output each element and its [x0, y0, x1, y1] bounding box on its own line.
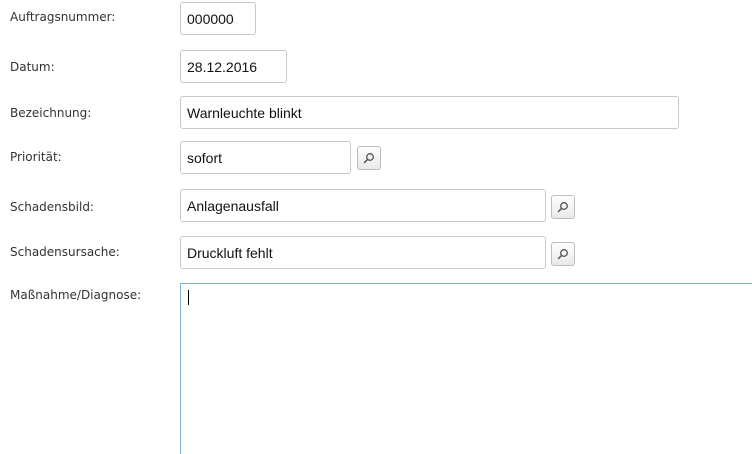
schadensursache-field[interactable]: [180, 236, 546, 269]
label-auftragsnummer: Auftragsnummer:: [10, 10, 116, 24]
massnahme-diagnose-textarea[interactable]: [180, 283, 752, 454]
label-massnahme-diagnose: Maßnahme/Diagnose:: [10, 288, 142, 302]
prioritaet-field[interactable]: [180, 141, 351, 174]
magnifier-icon: [363, 153, 374, 164]
magnifier-icon: [557, 249, 568, 260]
bezeichnung-field[interactable]: [180, 96, 679, 129]
schadensbild-lookup-button[interactable]: [551, 195, 575, 219]
label-schadensbild: Schadensbild:: [10, 200, 94, 214]
text-cursor: [188, 290, 189, 305]
schadensursache-lookup-button[interactable]: [551, 242, 575, 266]
auftragsnummer-field[interactable]: [180, 2, 256, 35]
prioritaet-lookup-button[interactable]: [357, 146, 381, 170]
datum-field[interactable]: [180, 50, 287, 83]
label-prioritaet: Priorität:: [10, 150, 62, 164]
magnifier-icon: [557, 202, 568, 213]
label-schadensursache: Schadensursache:: [10, 245, 120, 259]
label-bezeichnung: Bezeichnung:: [10, 106, 92, 120]
schadensbild-field[interactable]: [180, 189, 546, 222]
order-form: Auftragsnummer: Datum: Bezeichnung: Prio…: [0, 0, 752, 454]
label-datum: Datum:: [10, 60, 55, 74]
